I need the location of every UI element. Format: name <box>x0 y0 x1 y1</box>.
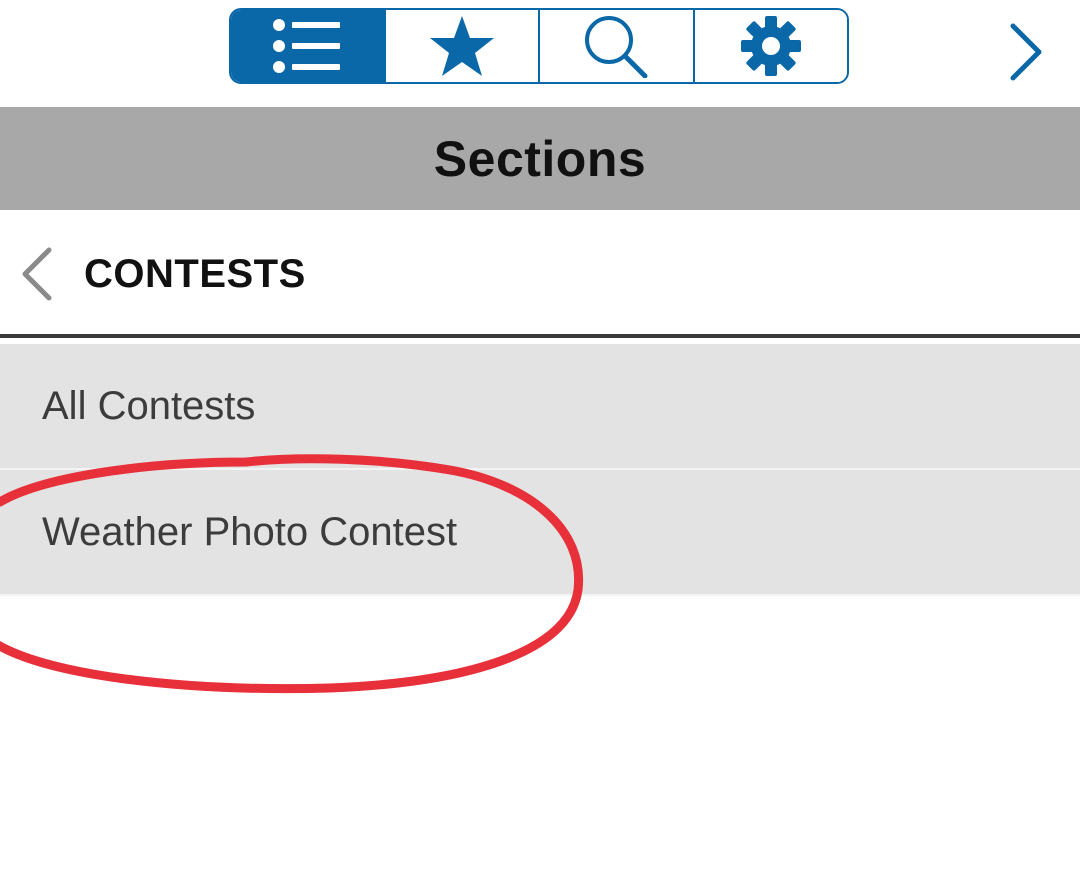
category-header: CONTESTS <box>0 210 1080 338</box>
tab-sections-list[interactable] <box>231 10 384 82</box>
list-item-label: All Contests <box>42 383 256 428</box>
category-title: CONTESTS <box>84 252 306 296</box>
sections-header: Sections <box>0 107 1080 210</box>
contest-list: All Contests Weather Photo Contest <box>0 344 1080 596</box>
tab-search[interactable] <box>538 10 693 82</box>
section-tab-bar <box>229 8 849 84</box>
tab-favorites[interactable] <box>383 10 538 82</box>
list-item-weather-photo-contest[interactable]: Weather Photo Contest <box>0 470 1080 596</box>
back-button[interactable] <box>14 244 60 304</box>
search-icon <box>585 16 648 78</box>
next-button[interactable] <box>1000 20 1050 84</box>
list-icon <box>273 19 341 73</box>
chevron-right-icon <box>1010 23 1042 81</box>
list-item-label: Weather Photo Contest <box>42 509 458 554</box>
top-toolbar <box>0 0 1080 107</box>
gear-icon <box>740 16 801 76</box>
chevron-left-icon <box>22 247 52 301</box>
tab-settings[interactable] <box>692 10 847 82</box>
page: Sections CONTESTS All Contests Weather P… <box>0 0 1080 894</box>
page-title: Sections <box>433 130 647 187</box>
star-icon <box>429 16 494 76</box>
list-item-all-contests[interactable]: All Contests <box>0 344 1080 470</box>
